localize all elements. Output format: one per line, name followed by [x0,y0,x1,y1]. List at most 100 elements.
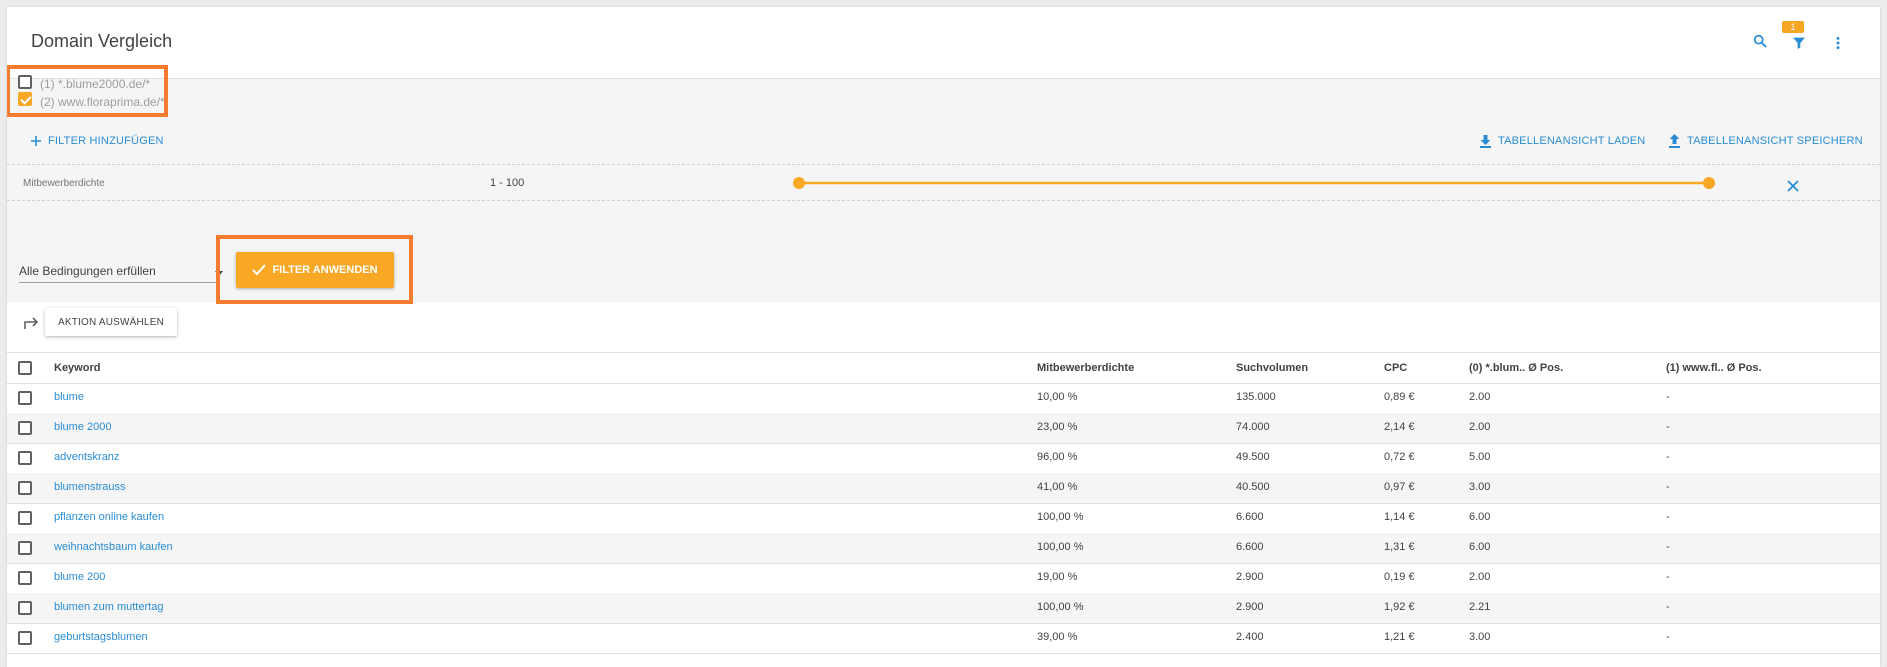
search-icon [1753,34,1767,48]
cell-domain1-position: - [1666,601,1670,613]
table-header: Keyword Mitbewerberdichte Suchvolumen CP… [7,352,1880,384]
app-header: Domain Vergleich 1 [7,7,1880,79]
cell-domain0-position: 2.00 [1469,391,1491,403]
cell-competition: 39,00 % [1037,631,1078,643]
column-header-competition[interactable]: Mitbewerberdichte [1037,362,1134,374]
cell-search-volume: 49.500 [1236,451,1270,463]
save-view-label: TABELLENANSICHT SPEICHERN [1687,135,1863,147]
range-slider[interactable] [789,173,1719,193]
keyword-link[interactable]: pflanzen online kaufen [54,511,164,523]
row-checkbox[interactable] [18,631,32,645]
column-header-keyword[interactable]: Keyword [54,362,100,374]
apply-highlight-box [216,235,413,304]
cell-competition: 23,00 % [1037,421,1078,433]
slider-thumb-max[interactable] [1703,177,1715,189]
cell-cpc: 1,21 € [1384,631,1415,643]
row-checkbox[interactable] [18,601,32,615]
page-title: Domain Vergleich [31,31,173,51]
row-checkbox[interactable] [18,451,32,465]
cell-cpc: 1,14 € [1384,511,1415,523]
cell-search-volume: 135.000 [1236,391,1276,403]
cell-competition: 19,00 % [1037,571,1078,583]
column-header-domain0-position[interactable]: (0) *.blum.. Ø Pos. [1469,362,1563,374]
table-row: pflanzen online kaufen 100,00 % 6.600 1,14 … [7,503,1880,534]
cell-domain0-position: 2.00 [1469,571,1491,583]
row-checkbox[interactable] [18,511,32,525]
cell-search-volume: 2.900 [1236,601,1264,613]
cell-domain0-position: 3.00 [1469,481,1491,493]
divider [7,164,1880,165]
keyword-link[interactable]: weihnachtsbaum kaufen [54,541,173,553]
add-filter-label: FILTER HINZUFÜGEN [48,135,164,147]
load-view-label: TABELLENANSICHT LADEN [1498,135,1646,147]
filter-button[interactable] [1787,31,1811,55]
column-header-domain1-position[interactable]: (1) www.fl.. Ø Pos. [1666,362,1762,374]
column-header-search-volume[interactable]: Suchvolumen [1236,362,1308,374]
save-view-button[interactable]: TABELLENANSICHT SPEICHERN [1668,134,1863,148]
cell-domain1-position: - [1666,391,1670,403]
redirect-arrow-icon [24,317,39,329]
table-row: blume 200 19,00 % 2.900 0,19 € 2.00 - [7,563,1880,594]
cell-competition: 100,00 % [1037,601,1084,613]
cell-cpc: 1,92 € [1384,601,1415,613]
column-header-cpc[interactable]: CPC [1384,362,1407,374]
divider [7,200,1880,201]
table-row: weihnachtsbaum kaufen 100,00 % 6.600 1,31 €… [7,533,1880,564]
cell-search-volume: 40.500 [1236,481,1270,493]
search-button[interactable] [1748,29,1772,53]
cell-domain1-position: - [1666,541,1670,553]
table-row: blumenstrauss 41,00 % 40.500 0,97 € 3.00 - [7,473,1880,504]
table-row: blumen zum muttertag 100,00 % 2.900 1,92 € 2… [7,593,1880,624]
cell-domain0-position: 6.00 [1469,541,1491,553]
upload-icon [1669,134,1680,148]
cell-competition: 10,00 % [1037,391,1078,403]
keyword-link[interactable]: blumenstrauss [54,481,126,493]
load-view-button[interactable]: TABELLENANSICHT LADEN [1479,134,1645,148]
cell-competition: 100,00 % [1037,541,1084,553]
main-card: Domain Vergleich 1 (1) *.blume2000.de/* … [7,7,1880,667]
cell-domain1-position: - [1666,571,1670,583]
select-all-checkbox[interactable] [18,361,32,375]
cell-cpc: 0,19 € [1384,571,1415,583]
slider-thumb-min[interactable] [793,177,805,189]
cell-domain1-position: - [1666,631,1670,643]
cell-cpc: 0,97 € [1384,481,1415,493]
row-checkbox[interactable] [18,481,32,495]
cell-cpc: 0,72 € [1384,451,1415,463]
plus-icon [31,136,41,146]
cell-competition: 41,00 % [1037,481,1078,493]
keyword-link[interactable]: adventskranz [54,451,119,463]
cell-domain0-position: 5.00 [1469,451,1491,463]
cell-domain1-position: - [1666,421,1670,433]
keyword-link[interactable]: blume [54,391,84,403]
row-checkbox[interactable] [18,541,32,555]
cell-cpc: 2,14 € [1384,421,1415,433]
conditions-select[interactable]: Alle Bedingungen erfüllen [19,258,223,283]
select-action-button[interactable]: AKTION AUSWÄHLEN [45,308,177,336]
cell-domain0-position: 6.00 [1469,511,1491,523]
row-checkbox[interactable] [18,421,32,435]
filter-icon [1793,37,1805,49]
cell-competition: 100,00 % [1037,511,1084,523]
add-filter-button[interactable]: FILTER HINZUFÜGEN [30,135,164,147]
keyword-link[interactable]: geburtstagsblumen [54,631,148,643]
keyword-link[interactable]: blume 200 [54,571,105,583]
cell-domain1-position: - [1666,451,1670,463]
table-row: blume 10,00 % 135.000 0,89 € 2.00 - [7,383,1880,414]
cell-domain0-position: 3.00 [1469,631,1491,643]
cell-search-volume: 2.400 [1236,631,1264,643]
row-checkbox[interactable] [18,571,32,585]
download-icon [1480,135,1491,148]
conditions-selected: Alle Bedingungen erfüllen [19,264,156,278]
remove-filter-button[interactable] [1781,174,1805,198]
keyword-link[interactable]: blume 2000 [54,421,112,433]
cell-competition: 96,00 % [1037,451,1078,463]
cell-search-volume: 6.600 [1236,541,1264,553]
cell-domain0-position: 2.21 [1469,601,1491,613]
cell-search-volume: 74.000 [1236,421,1270,433]
more-menu-button[interactable] [1826,31,1850,55]
table-row: adventskranz 96,00 % 49.500 0,72 € 5.00 - [7,443,1880,474]
keyword-link[interactable]: blumen zum muttertag [54,601,163,613]
row-checkbox[interactable] [18,391,32,405]
cell-cpc: 0,89 € [1384,391,1415,403]
